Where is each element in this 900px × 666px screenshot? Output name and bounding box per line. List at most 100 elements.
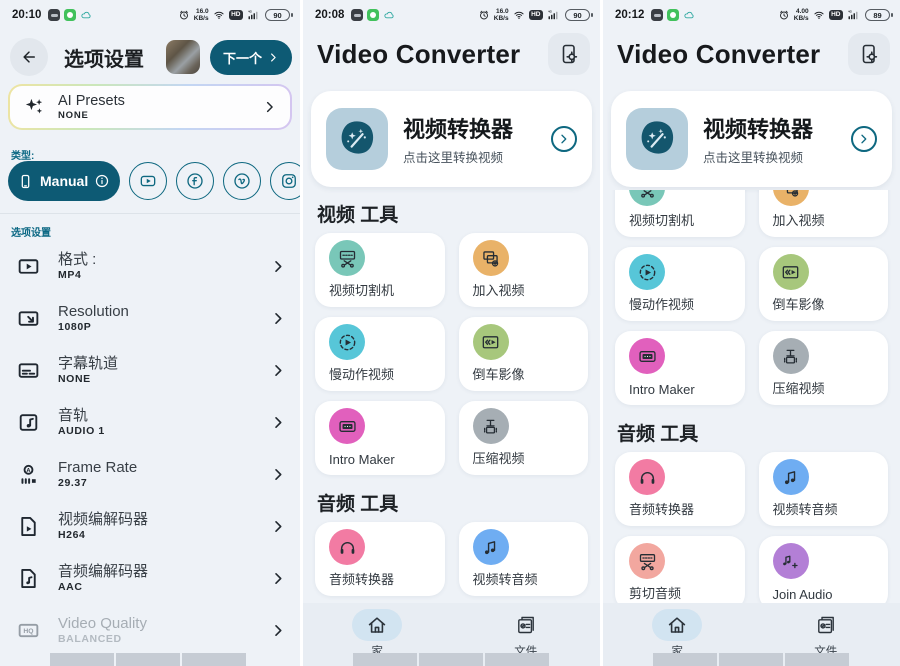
option-row-frame-rate[interactable]: AFrame Rate29.37 <box>0 448 300 500</box>
app-title: Video Converter <box>617 39 820 70</box>
tool-label: Intro Maker <box>629 382 695 397</box>
tool-card-reverse-video[interactable]: 倒车影像 <box>759 247 889 321</box>
join-audio-icon <box>780 551 801 572</box>
chevron-right-icon <box>858 133 870 145</box>
tool-card-slow-motion[interactable]: 慢动作视频 <box>615 247 745 321</box>
svg-text:A: A <box>26 468 30 474</box>
tool-label: 视频切割机 <box>629 210 694 229</box>
tool-card-join-video[interactable]: 加入视频 <box>459 233 589 307</box>
app-logo <box>626 108 688 170</box>
hero-chevron-button[interactable] <box>851 126 877 152</box>
subtitles-icon <box>16 358 41 383</box>
gesture-strip <box>653 653 849 666</box>
platform-youtube-button[interactable] <box>129 162 167 200</box>
option-row-video-codec[interactable]: 视频编解码器H264 <box>0 500 300 552</box>
hero-title: 视频转换器 <box>403 112 513 144</box>
tool-card-headphones[interactable]: 音频转换器 <box>315 522 445 596</box>
platform-instagram-button[interactable] <box>270 162 300 200</box>
instagram-icon <box>279 171 299 191</box>
signal-icon: 4G <box>247 9 259 21</box>
chevron-right-icon <box>271 623 286 638</box>
option-label: 视频编解码器 <box>58 511 148 528</box>
option-row-audio-codec[interactable]: 音频编解码器AAC <box>0 552 300 604</box>
option-row-resolution[interactable]: Resolution1080P <box>0 292 300 344</box>
phone-gear-icon <box>557 42 581 66</box>
compress-video-icon <box>780 346 801 367</box>
platform-vimeo-button[interactable] <box>223 162 261 200</box>
network-speed: 16.0KB/s <box>194 8 209 22</box>
format-icon <box>16 254 41 279</box>
magic-wand-icon <box>633 115 681 163</box>
info-icon <box>94 173 110 189</box>
tool-card-reverse-video[interactable]: 倒车影像 <box>459 317 589 391</box>
cloud-icon <box>683 9 696 22</box>
tool-card-cut-audio[interactable]: 剪切音频 <box>615 536 745 603</box>
tool-card-headphones[interactable]: 音频转换器 <box>615 452 745 526</box>
facebook-icon <box>185 171 205 191</box>
alarm-icon <box>178 9 190 21</box>
tool-card-music-note[interactable]: 视频转音频 <box>459 522 589 596</box>
gesture-strip <box>353 653 549 666</box>
hero-chevron-button[interactable] <box>551 126 577 152</box>
tool-card-scissors-film[interactable]: 视频切割机 <box>315 233 445 307</box>
tool-card-compress-video[interactable]: 压缩视频 <box>759 331 889 405</box>
gesture-strip <box>50 653 246 666</box>
tool-card-join-video[interactable]: 加入视频 <box>759 190 889 237</box>
camera-app-icon <box>351 9 363 21</box>
device-settings-button[interactable] <box>548 33 590 75</box>
option-row-video-quality[interactable]: HQVideo QualityBALANCED <box>0 604 300 656</box>
wifi-icon <box>213 9 225 21</box>
reverse-video-icon <box>480 332 501 353</box>
join-video-icon <box>780 190 801 199</box>
tools-scroll-area[interactable]: 视频 工具视频切割机加入视频慢动作视频倒车影像 Intro Maker压缩视频音频… <box>303 190 600 603</box>
chevron-right-icon <box>558 133 570 145</box>
tool-card-intro-maker[interactable]: Intro Maker <box>615 331 745 405</box>
platform-facebook-button[interactable] <box>176 162 214 200</box>
hd-badge: HD <box>829 10 843 20</box>
chevron-right-icon <box>271 259 286 274</box>
options-screen: 20:10 16.0KB/s HD 4G 90 选项设置 下一个 AI Pres… <box>0 0 300 666</box>
battery-indicator: 90 <box>565 9 590 21</box>
slow-motion-icon <box>337 332 358 353</box>
tool-label: 加入视频 <box>473 280 525 299</box>
tool-card-scissors-film[interactable]: 视频切割机 <box>615 190 745 237</box>
manual-type-button[interactable]: Manual <box>8 161 120 201</box>
signal-icon: 4G <box>547 9 559 21</box>
back-button[interactable] <box>10 38 48 76</box>
messages-app-icon <box>64 9 76 21</box>
chevron-right-icon <box>263 100 277 114</box>
status-bar: 20:12 4.00KB/s HD 4G 89 <box>603 0 900 26</box>
option-row-subtitles[interactable]: 字幕轨道NONE <box>0 344 300 396</box>
tool-card-join-audio[interactable]: Join Audio <box>759 536 889 603</box>
option-label: 音频编解码器 <box>58 563 148 580</box>
option-value: 1080P <box>58 321 129 333</box>
ai-presets-card[interactable]: AI Presets NONE <box>8 84 292 130</box>
cloud-icon <box>80 9 93 22</box>
tools-scroll-area[interactable]: 视频 工具视频切割机加入视频慢动作视频倒车影像Intro Maker压缩视频音频… <box>603 190 900 603</box>
tool-label: 倒车影像 <box>473 364 525 383</box>
video-converter-hero-card[interactable]: 视频转换器 点击这里转换视频 <box>611 91 892 187</box>
next-button[interactable]: 下一个 <box>210 40 292 75</box>
options-list: 格式 :MP4Resolution1080P字幕轨道NONE音轨AUDIO 1A… <box>0 240 300 656</box>
join-video-icon <box>480 248 501 269</box>
magic-wand-icon <box>333 115 381 163</box>
option-row-audio-track[interactable]: 音轨AUDIO 1 <box>0 396 300 448</box>
messages-app-icon <box>367 9 379 21</box>
home-screen-scrolled: 20:12 4.00KB/s HD 4G 89 Video Converter … <box>600 0 900 666</box>
section-title: 视频 工具 <box>317 200 586 227</box>
video-thumbnail <box>166 40 200 74</box>
video-converter-hero-card[interactable]: 视频转换器 点击这里转换视频 <box>311 91 592 187</box>
wifi-icon <box>813 9 825 21</box>
tool-card-music-note[interactable]: 视频转音频 <box>759 452 889 526</box>
tool-card-slow-motion[interactable]: 慢动作视频 <box>315 317 445 391</box>
headphones-icon <box>337 537 358 558</box>
device-settings-button[interactable] <box>848 33 890 75</box>
tool-card-intro-maker[interactable]: Intro Maker <box>315 401 445 475</box>
option-row-format[interactable]: 格式 :MP4 <box>0 240 300 292</box>
option-value: 29.37 <box>58 477 137 489</box>
tool-grid: 音频转换器视频转音频剪切音频Join Audio <box>615 452 888 603</box>
network-speed: 4.00KB/s <box>794 8 809 22</box>
tool-label: 视频转音频 <box>473 569 538 588</box>
cut-audio-icon <box>637 551 658 572</box>
tool-card-compress-video[interactable]: 压缩视频 <box>459 401 589 475</box>
